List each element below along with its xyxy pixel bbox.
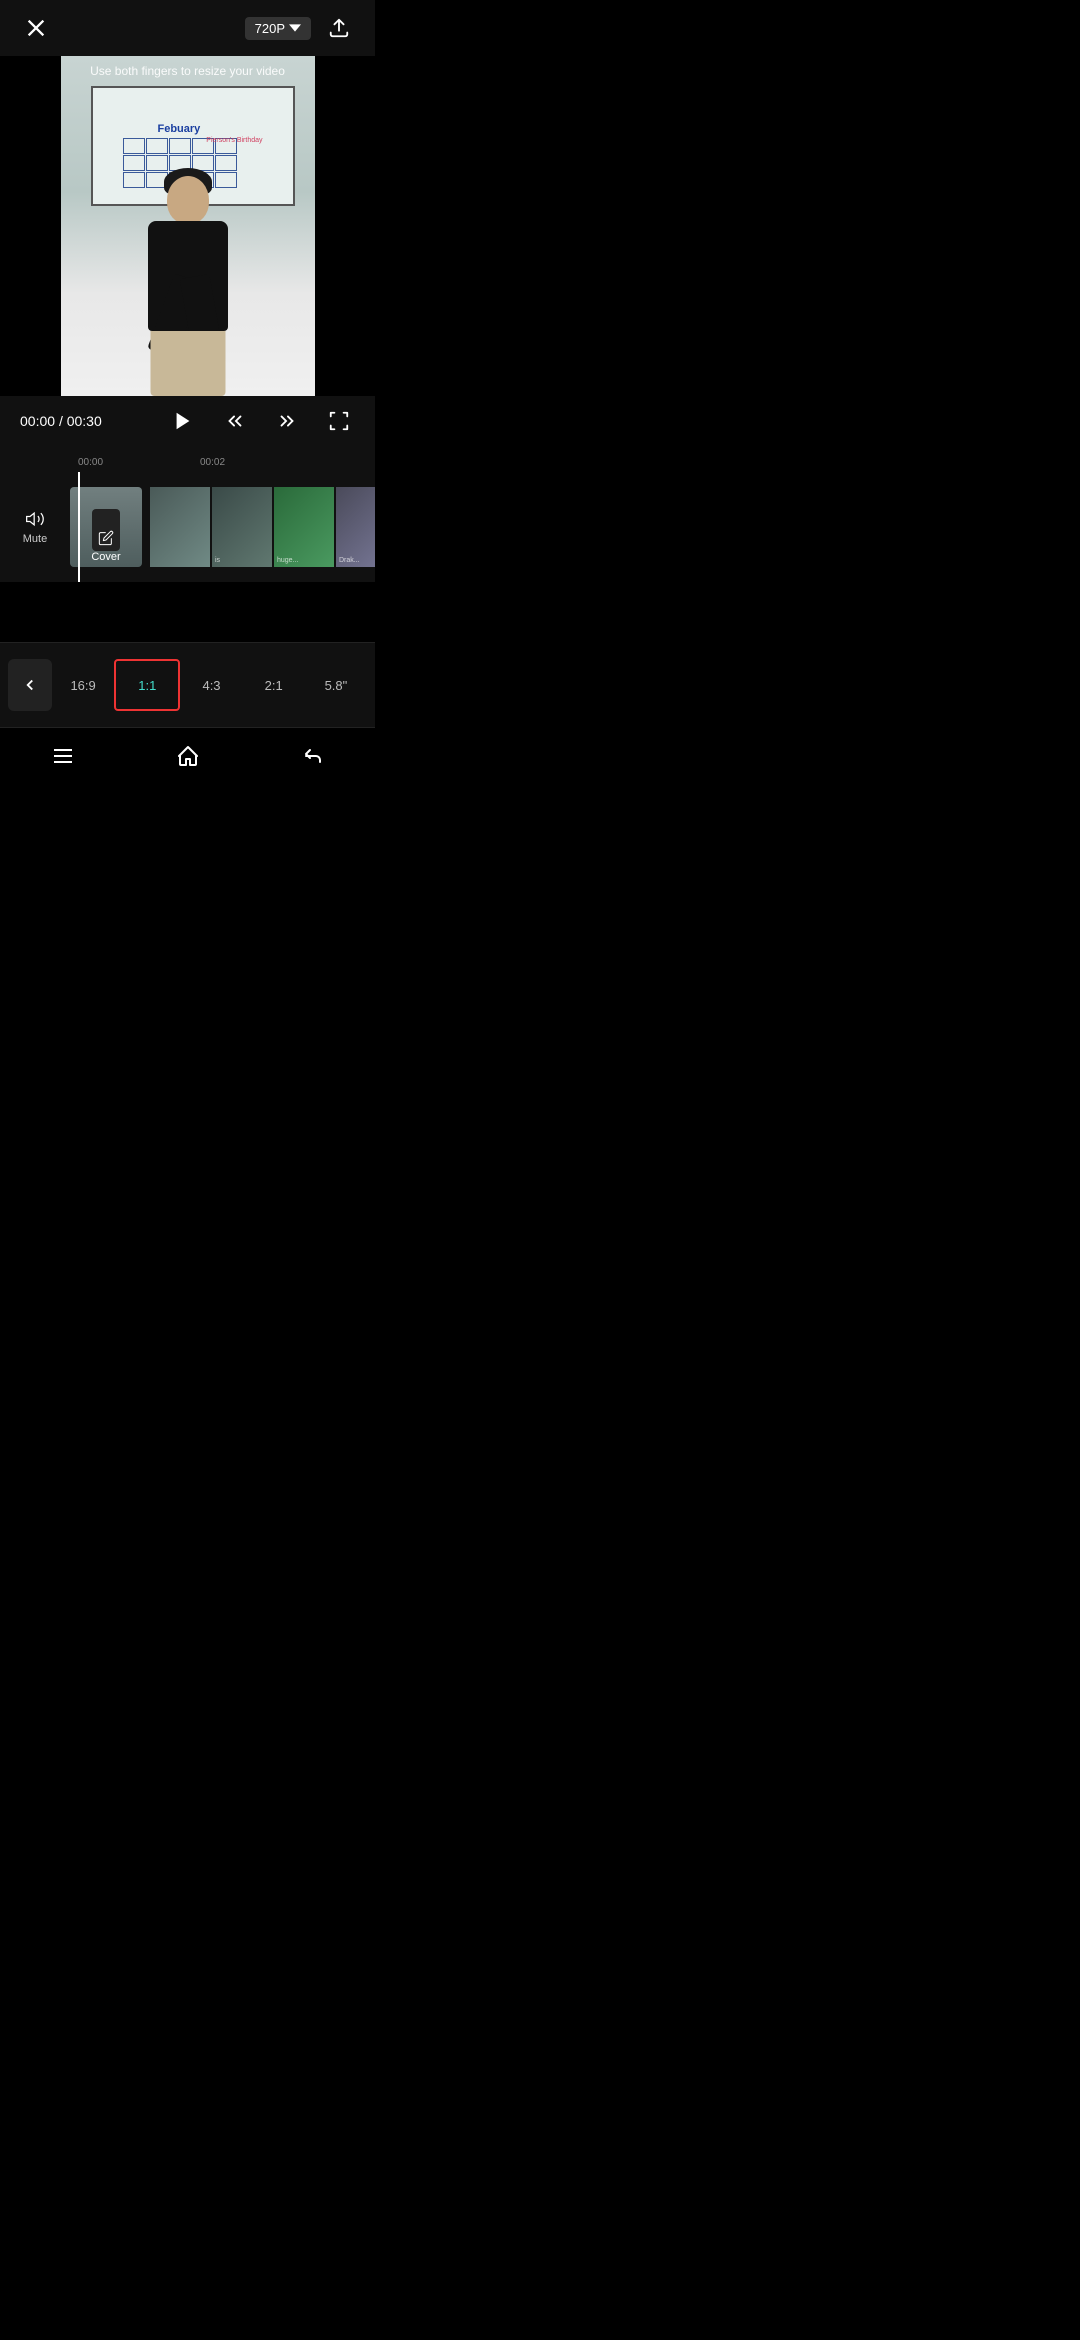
total-time: 00:30 (67, 413, 102, 429)
wb-cell (146, 155, 168, 171)
aspect-5-8[interactable]: 5.8" (305, 659, 367, 711)
aspect-2-1[interactable]: 2:1 (243, 659, 305, 711)
person-body (148, 221, 228, 331)
current-time: 00:00 (20, 413, 55, 429)
menu-button[interactable] (41, 734, 85, 778)
time-display: 00:00 / 00:30 (20, 413, 102, 429)
playback-bar: 00:00 / 00:30 (0, 396, 375, 446)
playhead (78, 472, 80, 582)
letterbox-right (315, 56, 375, 396)
strip-frame-3: huge... (274, 487, 334, 567)
person-figure (123, 176, 253, 396)
back-button[interactable] (291, 734, 335, 778)
video-strip[interactable]: is huge... Drak... (150, 487, 375, 567)
mute-label: Mute (23, 533, 47, 545)
fullscreen-button[interactable] (323, 405, 355, 437)
aspect-back-button[interactable] (8, 659, 52, 711)
letterbox-left (0, 56, 60, 396)
wb-cell (123, 138, 145, 154)
spacer (0, 582, 375, 642)
quality-selector[interactable]: 720P (245, 17, 311, 40)
strip-frame-2: is (212, 487, 272, 567)
aspect-16-9[interactable]: 16:9 (52, 659, 114, 711)
frame-text-2: is (215, 557, 220, 564)
cover-thumbnail[interactable]: Cover (70, 487, 142, 567)
header-right: 720P (245, 12, 355, 44)
whiteboard-title: Febuary (158, 123, 201, 135)
wb-cell (169, 138, 191, 154)
video-scene: Febuary P (61, 56, 315, 396)
timeline-section: 00:00 00:02 Mute Cover is (0, 446, 375, 582)
wb-cell (215, 155, 237, 171)
forward-button[interactable] (271, 405, 303, 437)
bottom-nav (0, 727, 375, 783)
aspect-ratio-section: 16:9 1:1 4:3 2:1 5.8" (0, 642, 375, 727)
home-button[interactable] (166, 734, 210, 778)
time-separator: / (59, 413, 63, 429)
strip-frame-4: Drak... (336, 487, 375, 567)
aspect-row: 16:9 1:1 4:3 2:1 5.8" (0, 659, 375, 711)
video-preview: Febuary P (0, 56, 375, 396)
rewind-button[interactable] (219, 405, 251, 437)
mute-control[interactable]: Mute (0, 509, 70, 545)
aspect-1-1[interactable]: 1:1 (114, 659, 180, 711)
whiteboard-event: Pierson's Birthday (206, 136, 262, 145)
frame-text-4: Drak... (339, 557, 360, 564)
frame-text-3: huge... (277, 557, 298, 564)
control-buttons (167, 405, 355, 437)
aspect-4-3[interactable]: 4:3 (180, 659, 242, 711)
cover-label: Cover (91, 551, 120, 563)
play-button[interactable] (167, 405, 199, 437)
video-content[interactable]: Febuary P (61, 56, 315, 396)
wb-cell (146, 138, 168, 154)
cover-edit-icon (98, 530, 114, 551)
strip-frame-1 (150, 487, 210, 567)
wb-cell (123, 155, 145, 171)
header: 720P (0, 0, 375, 56)
export-button[interactable] (323, 12, 355, 44)
timeline-ruler: 00:00 00:02 (0, 452, 375, 472)
close-button[interactable] (20, 12, 52, 44)
timeline-track[interactable]: Mute Cover is huge... (0, 472, 375, 582)
person-legs (150, 331, 225, 396)
person-head (167, 176, 209, 224)
ruler-start: 00:00 (78, 457, 103, 468)
ruler-mid: 00:02 (200, 457, 225, 468)
